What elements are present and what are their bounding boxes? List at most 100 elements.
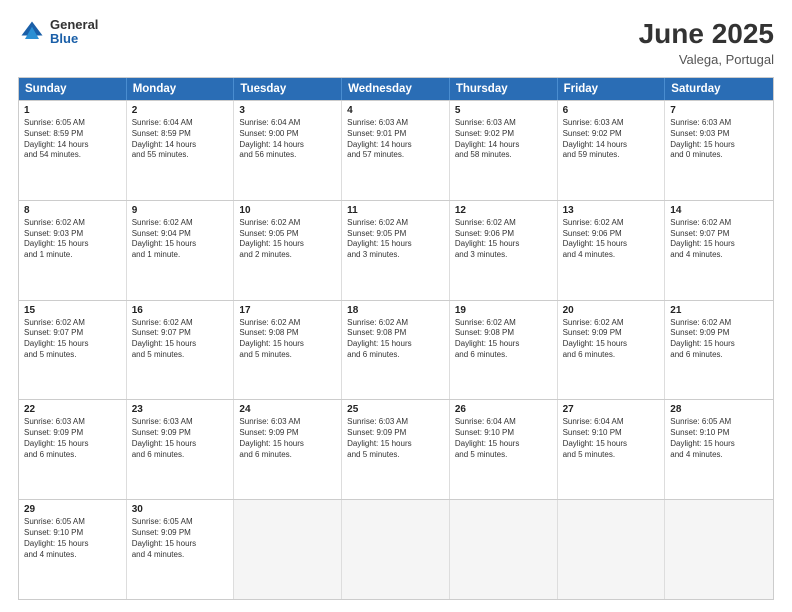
day-info: Sunrise: 6:02 AM Sunset: 9:08 PM Dayligh… — [347, 318, 444, 361]
calendar-header-friday: Friday — [558, 78, 666, 100]
day-info: Sunrise: 6:03 AM Sunset: 9:02 PM Dayligh… — [455, 118, 552, 161]
calendar-header-monday: Monday — [127, 78, 235, 100]
logo-icon — [18, 18, 46, 46]
logo: General Blue — [18, 18, 98, 47]
calendar-body: 1 Sunrise: 6:05 AM Sunset: 8:59 PM Daylig… — [19, 100, 773, 599]
day-number: 22 — [24, 404, 121, 415]
day-info: Sunrise: 6:03 AM Sunset: 9:09 PM Dayligh… — [347, 417, 444, 460]
calendar-day-17: 17 Sunrise: 6:02 AM Sunset: 9:08 PM Dayli… — [234, 301, 342, 400]
title-location: Valega, Portugal — [639, 52, 774, 67]
calendar-day-11: 11 Sunrise: 6:02 AM Sunset: 9:05 PM Dayli… — [342, 201, 450, 300]
day-info: Sunrise: 6:03 AM Sunset: 9:09 PM Dayligh… — [132, 417, 229, 460]
page: General Blue June 2025 Valega, Portugal … — [0, 0, 792, 612]
day-info: Sunrise: 6:05 AM Sunset: 8:59 PM Dayligh… — [24, 118, 121, 161]
calendar-day-21: 21Sunrise: 6:02 AM Sunset: 9:09 PM Dayli… — [665, 301, 773, 400]
calendar-week-5: 29 Sunrise: 6:05 AM Sunset: 9:10 PM Dayli… — [19, 499, 773, 599]
day-info: Sunrise: 6:02 AM Sunset: 9:07 PM Dayligh… — [132, 318, 229, 361]
day-info: Sunrise: 6:04 AM Sunset: 9:00 PM Dayligh… — [239, 118, 336, 161]
day-info: Sunrise: 6:02 AM Sunset: 9:08 PM Dayligh… — [239, 318, 336, 361]
day-info: Sunrise: 6:02 AM Sunset: 9:06 PM Dayligh… — [563, 218, 660, 261]
day-info: Sunrise: 6:03 AM Sunset: 9:01 PM Dayligh… — [347, 118, 444, 161]
calendar-empty-cell — [558, 500, 666, 599]
day-number: 10 — [239, 205, 336, 216]
calendar-day-29: 29 Sunrise: 6:05 AM Sunset: 9:10 PM Dayli… — [19, 500, 127, 599]
calendar-week-3: 15 Sunrise: 6:02 AM Sunset: 9:07 PM Dayli… — [19, 300, 773, 400]
calendar-day-1: 1 Sunrise: 6:05 AM Sunset: 8:59 PM Daylig… — [19, 101, 127, 200]
day-number: 14 — [670, 205, 768, 216]
calendar: SundayMondayTuesdayWednesdayThursdayFrid… — [18, 77, 774, 600]
calendar-header: SundayMondayTuesdayWednesdayThursdayFrid… — [19, 78, 773, 100]
day-info: Sunrise: 6:05 AM Sunset: 9:10 PM Dayligh… — [24, 517, 121, 560]
calendar-day-24: 24 Sunrise: 6:03 AM Sunset: 9:09 PM Dayli… — [234, 400, 342, 499]
day-number: 7 — [670, 105, 768, 116]
calendar-day-8: 8Sunrise: 6:02 AM Sunset: 9:03 PM Daylig… — [19, 201, 127, 300]
logo-text: General Blue — [50, 18, 98, 47]
day-number: 24 — [239, 404, 336, 415]
calendar-day-2: 2 Sunrise: 6:04 AM Sunset: 8:59 PM Daylig… — [127, 101, 235, 200]
day-number: 15 — [24, 305, 121, 316]
calendar-header-sunday: Sunday — [19, 78, 127, 100]
title-month: June 2025 — [639, 18, 774, 50]
day-info: Sunrise: 6:03 AM Sunset: 9:03 PM Dayligh… — [670, 118, 768, 161]
calendar-day-3: 3Sunrise: 6:04 AM Sunset: 9:00 PM Daylig… — [234, 101, 342, 200]
calendar-day-27: 27Sunrise: 6:04 AM Sunset: 9:10 PM Dayli… — [558, 400, 666, 499]
day-number: 28 — [670, 404, 768, 415]
day-number: 26 — [455, 404, 552, 415]
day-info: Sunrise: 6:05 AM Sunset: 9:09 PM Dayligh… — [132, 517, 229, 560]
day-number: 29 — [24, 504, 121, 515]
calendar-empty-cell — [234, 500, 342, 599]
day-number: 2 — [132, 105, 229, 116]
calendar-empty-cell — [450, 500, 558, 599]
day-info: Sunrise: 6:02 AM Sunset: 9:07 PM Dayligh… — [670, 218, 768, 261]
day-number: 6 — [563, 105, 660, 116]
calendar-day-10: 10 Sunrise: 6:02 AM Sunset: 9:05 PM Dayli… — [234, 201, 342, 300]
calendar-day-15: 15 Sunrise: 6:02 AM Sunset: 9:07 PM Dayli… — [19, 301, 127, 400]
day-number: 17 — [239, 305, 336, 316]
day-info: Sunrise: 6:03 AM Sunset: 9:02 PM Dayligh… — [563, 118, 660, 161]
day-number: 19 — [455, 305, 552, 316]
calendar-day-30: 30 Sunrise: 6:05 AM Sunset: 9:09 PM Dayli… — [127, 500, 235, 599]
calendar-empty-cell — [665, 500, 773, 599]
day-number: 23 — [132, 404, 229, 415]
day-info: Sunrise: 6:03 AM Sunset: 9:09 PM Dayligh… — [24, 417, 121, 460]
day-info: Sunrise: 6:04 AM Sunset: 8:59 PM Dayligh… — [132, 118, 229, 161]
day-info: Sunrise: 6:02 AM Sunset: 9:09 PM Dayligh… — [563, 318, 660, 361]
calendar-header-saturday: Saturday — [665, 78, 773, 100]
day-info: Sunrise: 6:04 AM Sunset: 9:10 PM Dayligh… — [455, 417, 552, 460]
day-number: 18 — [347, 305, 444, 316]
day-info: Sunrise: 6:02 AM Sunset: 9:04 PM Dayligh… — [132, 218, 229, 261]
day-info: Sunrise: 6:02 AM Sunset: 9:05 PM Dayligh… — [347, 218, 444, 261]
calendar-day-20: 20 Sunrise: 6:02 AM Sunset: 9:09 PM Dayli… — [558, 301, 666, 400]
day-info: Sunrise: 6:02 AM Sunset: 9:07 PM Dayligh… — [24, 318, 121, 361]
day-info: Sunrise: 6:02 AM Sunset: 9:05 PM Dayligh… — [239, 218, 336, 261]
calendar-day-16: 16Sunrise: 6:02 AM Sunset: 9:07 PM Dayli… — [127, 301, 235, 400]
calendar-day-26: 26 Sunrise: 6:04 AM Sunset: 9:10 PM Dayli… — [450, 400, 558, 499]
day-number: 30 — [132, 504, 229, 515]
day-info: Sunrise: 6:02 AM Sunset: 9:09 PM Dayligh… — [670, 318, 768, 361]
header: General Blue June 2025 Valega, Portugal — [18, 18, 774, 67]
day-number: 11 — [347, 205, 444, 216]
day-number: 13 — [563, 205, 660, 216]
day-info: Sunrise: 6:04 AM Sunset: 9:10 PM Dayligh… — [563, 417, 660, 460]
calendar-week-2: 8Sunrise: 6:02 AM Sunset: 9:03 PM Daylig… — [19, 200, 773, 300]
calendar-week-1: 1 Sunrise: 6:05 AM Sunset: 8:59 PM Daylig… — [19, 100, 773, 200]
title-block: June 2025 Valega, Portugal — [639, 18, 774, 67]
day-number: 5 — [455, 105, 552, 116]
calendar-header-tuesday: Tuesday — [234, 78, 342, 100]
calendar-day-28: 28 Sunrise: 6:05 AM Sunset: 9:10 PM Dayli… — [665, 400, 773, 499]
calendar-day-18: 18 Sunrise: 6:02 AM Sunset: 9:08 PM Dayli… — [342, 301, 450, 400]
calendar-day-13: 13 Sunrise: 6:02 AM Sunset: 9:06 PM Dayli… — [558, 201, 666, 300]
day-number: 20 — [563, 305, 660, 316]
calendar-day-5: 5 Sunrise: 6:03 AM Sunset: 9:02 PM Daylig… — [450, 101, 558, 200]
day-number: 1 — [24, 105, 121, 116]
calendar-day-19: 19Sunrise: 6:02 AM Sunset: 9:08 PM Dayli… — [450, 301, 558, 400]
day-info: Sunrise: 6:05 AM Sunset: 9:10 PM Dayligh… — [670, 417, 768, 460]
day-info: Sunrise: 6:03 AM Sunset: 9:09 PM Dayligh… — [239, 417, 336, 460]
day-number: 12 — [455, 205, 552, 216]
logo-general-label: General — [50, 18, 98, 32]
logo-blue-label: Blue — [50, 32, 98, 46]
calendar-day-6: 6 Sunrise: 6:03 AM Sunset: 9:02 PM Daylig… — [558, 101, 666, 200]
day-info: Sunrise: 6:02 AM Sunset: 9:06 PM Dayligh… — [455, 218, 552, 261]
calendar-day-12: 12 Sunrise: 6:02 AM Sunset: 9:06 PM Dayli… — [450, 201, 558, 300]
day-number: 25 — [347, 404, 444, 415]
